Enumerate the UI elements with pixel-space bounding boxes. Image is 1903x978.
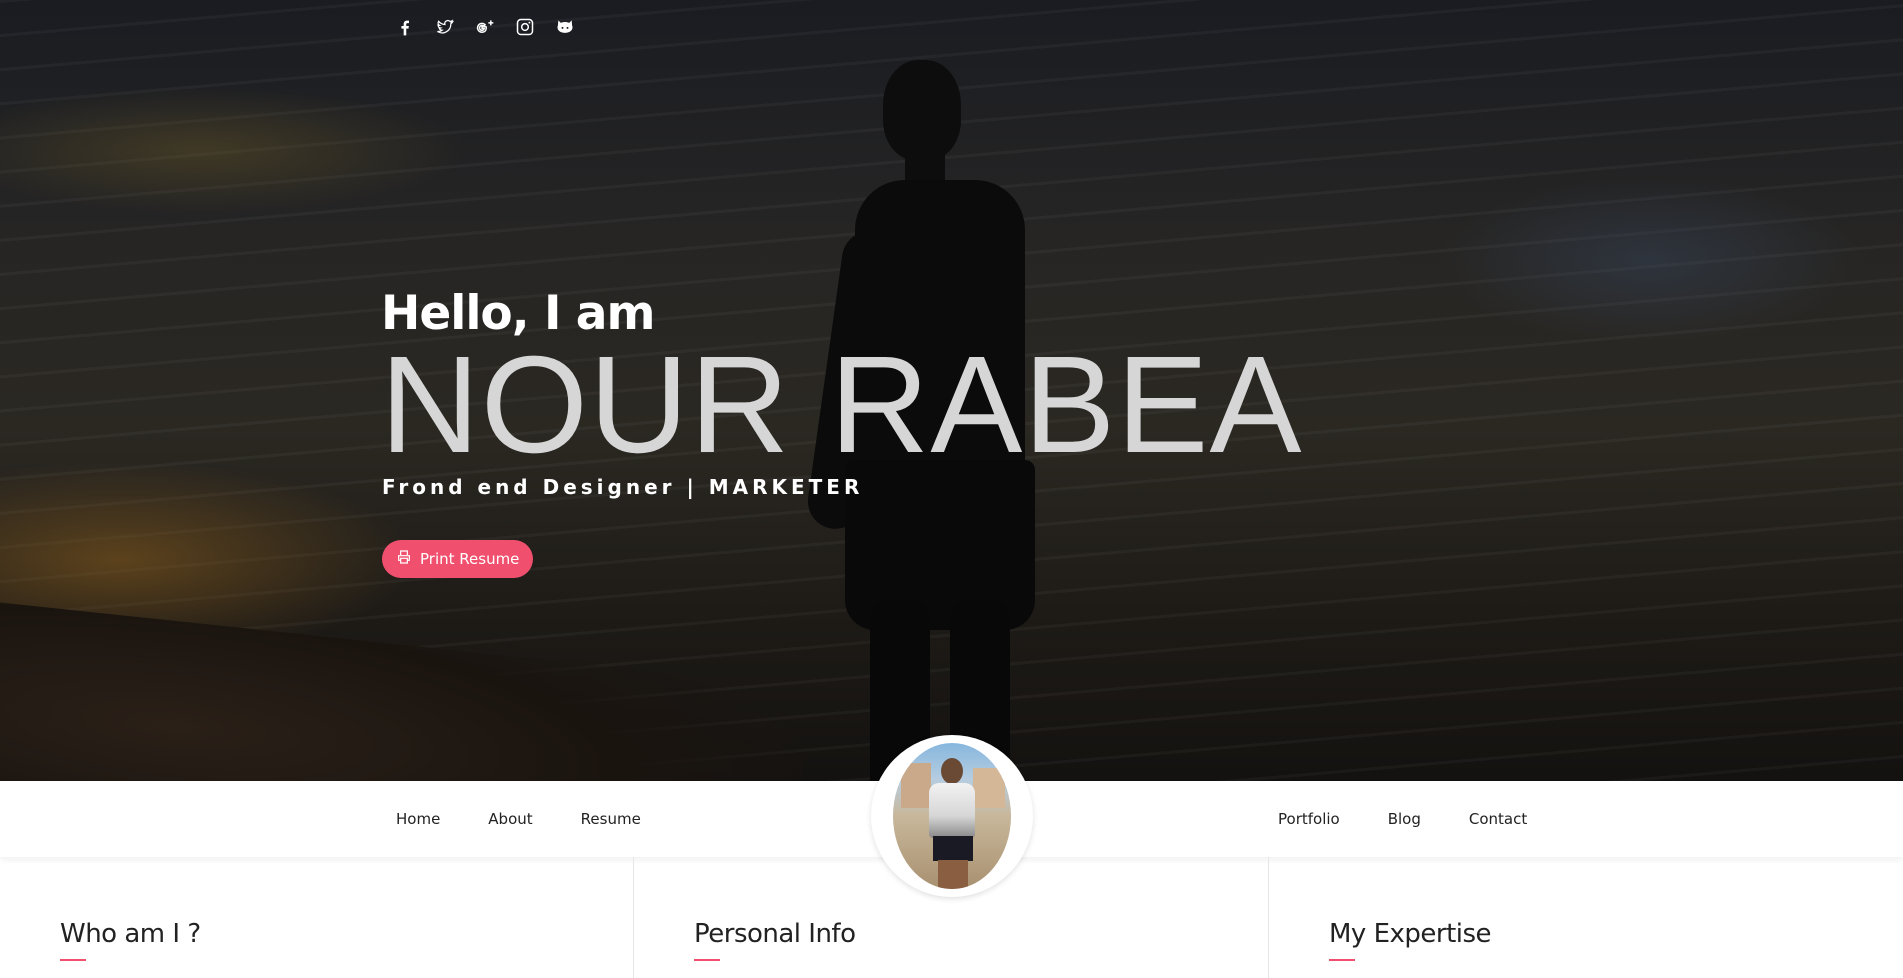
printer-icon <box>396 549 412 569</box>
google-plus-icon[interactable] <box>474 16 496 38</box>
nav-portfolio[interactable]: Portfolio <box>1278 810 1340 828</box>
column-divider <box>1268 857 1269 978</box>
github-icon[interactable] <box>554 16 576 38</box>
hero-section: Hello, I am NOUR RABEA Frond end Designe… <box>0 0 1903 781</box>
twitter-icon[interactable] <box>434 16 456 38</box>
hero-background-shore <box>0 593 812 781</box>
print-resume-button[interactable]: Print Resume <box>382 540 534 578</box>
title-underline <box>1329 959 1355 961</box>
instagram-icon[interactable] <box>514 16 536 38</box>
title-underline <box>60 959 86 961</box>
nav-resume[interactable]: Resume <box>581 810 641 828</box>
print-resume-label: Print Resume <box>420 550 520 568</box>
column-divider <box>633 857 634 978</box>
title-underline <box>694 959 720 961</box>
nav-blog[interactable]: Blog <box>1388 810 1421 828</box>
nav-about[interactable]: About <box>488 810 532 828</box>
info-columns: Who am I ? Personal Info My Expertise <box>0 857 1903 978</box>
hero-name: NOUR RABEA <box>380 328 1303 482</box>
hero-role: Frond end Designer | MARKETER <box>382 475 864 499</box>
nav-contact[interactable]: Contact <box>1469 810 1527 828</box>
nav-home[interactable]: Home <box>396 810 440 828</box>
facebook-icon[interactable] <box>394 16 416 38</box>
nav-right-group: Portfolio Blog Contact <box>1278 781 1527 857</box>
nav-left-group: Home About Resume <box>396 781 641 857</box>
my-expertise-title: My Expertise <box>1329 919 1492 949</box>
personal-info-title: Personal Info <box>694 919 856 949</box>
who-am-i-title: Who am I ? <box>60 919 201 949</box>
social-links <box>394 16 576 38</box>
